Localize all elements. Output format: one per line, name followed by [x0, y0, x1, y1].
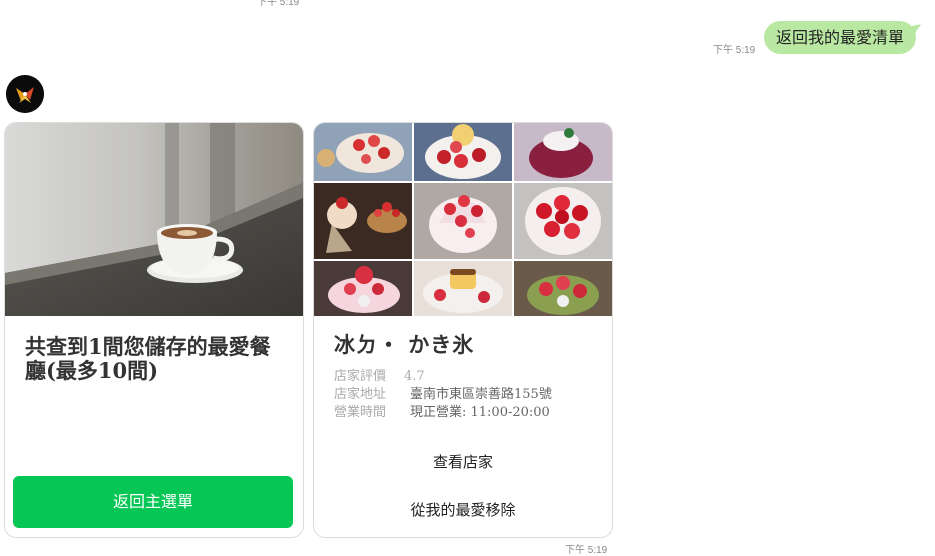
- bird-logo-icon: [6, 75, 44, 113]
- view-restaurant-button[interactable]: 查看店家: [314, 451, 612, 472]
- info-key-address: 店家地址: [334, 387, 387, 402]
- shaved-ice-collage-image: [314, 123, 612, 316]
- info-key-rating: 店家評價: [334, 369, 387, 384]
- restaurant-card: 冰ㄉ・ かき氷 店家評價 4.7 店家地址 臺南市東區崇善路155號 營業時間 現正營…: [313, 122, 613, 538]
- outgoing-message-text: 返回我的最愛清單: [776, 28, 905, 47]
- info-row-hours: 營業時間 現正營業: 11:00-20:00: [334, 405, 550, 421]
- bot-avatar[interactable]: [6, 75, 44, 113]
- info-row-rating: 店家評價 4.7: [334, 369, 425, 385]
- info-row-address: 店家地址 臺南市東區崇善路155號: [334, 387, 552, 403]
- outgoing-timestamp: 下午 5:19: [713, 45, 756, 56]
- info-value-hours: 現正營業: 11:00-20:00: [410, 405, 550, 420]
- summary-card: 共查到1間您儲存的最愛餐廳(最多10間) 返回主選單: [4, 122, 304, 538]
- top-timestamp: 下午 5:19: [257, 0, 300, 8]
- summary-title: 共查到1間您儲存的最愛餐廳(最多10間): [25, 334, 271, 383]
- shaved-ice-photo-grid: [314, 123, 612, 316]
- coffee-cup-image: [5, 123, 303, 316]
- back-to-main-menu-button[interactable]: 返回主選單: [13, 476, 293, 528]
- info-key-hours: 營業時間: [334, 405, 387, 420]
- info-value-address: 臺南市東區崇善路155號: [410, 387, 552, 402]
- outgoing-message-bubble: 返回我的最愛清單: [764, 21, 917, 54]
- info-value-rating: 4.7: [404, 369, 425, 384]
- remove-from-favorites-button[interactable]: 從我的最愛移除: [314, 499, 612, 520]
- restaurant-name: 冰ㄉ・ かき氷: [334, 332, 475, 357]
